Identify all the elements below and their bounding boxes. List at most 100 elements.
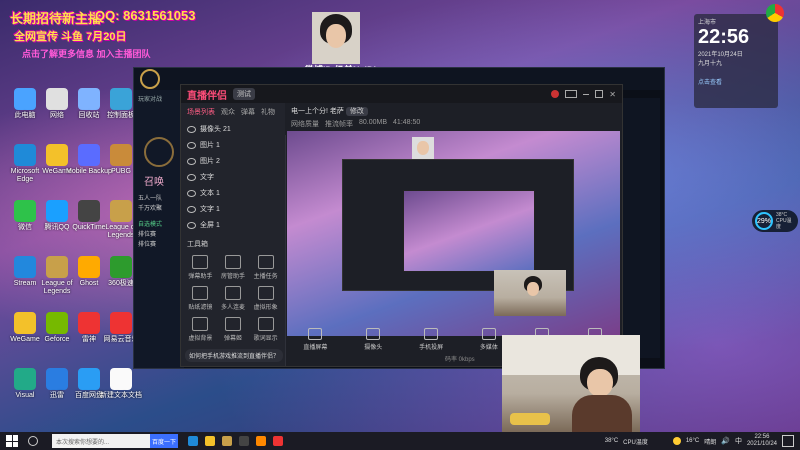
- stream-preview[interactable]: [287, 131, 620, 336]
- tool-button[interactable]: 虚拟背景: [185, 317, 216, 342]
- chrome-icon[interactable]: [766, 4, 784, 22]
- tool-button[interactable]: 弹幕姬: [218, 317, 249, 342]
- push-tip[interactable]: 如何把手机游戏推流到直播伴侣？: [185, 349, 284, 362]
- tray-weather: 晴朗: [704, 439, 717, 446]
- lol-nav-0[interactable]: 玩家对战: [134, 90, 184, 107]
- start-button[interactable]: [6, 435, 18, 447]
- ime-indicator[interactable]: 中: [735, 436, 742, 446]
- user-avatar[interactable]: [551, 90, 560, 98]
- scene-item[interactable]: 全屏 1: [181, 217, 285, 233]
- taskbar: 本次搜索你想要的... 百度一下 38°C CPU温度 16°C 晴朗 🔊 中 …: [0, 432, 800, 450]
- scene-label: 文字 1: [200, 206, 220, 213]
- eye-icon[interactable]: [187, 173, 196, 181]
- desktop-icon-label: Stream: [13, 280, 37, 287]
- bottom-tool-icon: [366, 327, 381, 340]
- scene-item[interactable]: 摄像头 21: [181, 121, 285, 137]
- desktop-icon-label: 控制面板: [107, 112, 135, 119]
- tab-scenes[interactable]: 场景列表: [187, 107, 215, 117]
- close-icon[interactable]: ✕: [609, 90, 616, 99]
- app-icon: [110, 144, 132, 166]
- scene-item[interactable]: 图片 2: [181, 153, 285, 169]
- bottom-tool-button[interactable]: 直播屏幕: [303, 327, 327, 351]
- eye-icon[interactable]: [187, 221, 196, 229]
- scene-item[interactable]: 文字: [181, 169, 285, 185]
- desktop-icon-label: 新建文本文档: [100, 392, 142, 399]
- lol-panel-line-4[interactable]: 排位赛: [138, 240, 180, 250]
- tool-button[interactable]: 歌词显示: [250, 317, 281, 342]
- eye-icon[interactable]: [187, 189, 196, 197]
- preview-webcam-small: [412, 137, 434, 159]
- bottom-tool-button[interactable]: 手机投屏: [419, 327, 444, 351]
- taskbar-clock[interactable]: 22:56 2021/10/24: [747, 434, 777, 448]
- tab-gifts[interactable]: 礼物: [261, 107, 275, 117]
- bottom-tool-label: 摄像头: [364, 344, 383, 351]
- middle-webcam-feed: [494, 270, 566, 316]
- widget-hint[interactable]: 点击查看: [698, 77, 774, 86]
- app-icon: [110, 200, 132, 222]
- desktop-icon-label: Visual: [15, 392, 35, 399]
- top-webcam-feed: [312, 12, 360, 64]
- volume-icon[interactable]: 🔊: [721, 437, 730, 445]
- tool-button[interactable]: 虚拟形象: [250, 286, 281, 311]
- stream-app-titlebar[interactable]: 直播伴侣 测试 ✕: [181, 85, 622, 103]
- tab-audience[interactable]: 观众: [221, 107, 235, 117]
- taskbar-app-icon[interactable]: [205, 436, 215, 446]
- bottom-tool-label: 手机投屏: [419, 344, 444, 351]
- lol-logo-icon: [140, 69, 160, 89]
- scene-label: 文本 1: [200, 190, 220, 197]
- minimize-icon[interactable]: [583, 93, 590, 95]
- bottom-tool-button[interactable]: 摄像头: [364, 327, 383, 351]
- taskbar-search-button[interactable]: 百度一下: [150, 434, 178, 448]
- app-icon: [78, 312, 100, 334]
- overlay-line-4: 点击了解更多信息 加入主播团队: [22, 49, 151, 59]
- taskbar-app-icon[interactable]: [256, 436, 266, 446]
- scene-tabs: 场景列表 观众 弹幕 礼物: [181, 103, 285, 121]
- clock-widget[interactable]: 上海市 22:56 2021年10月24日 九月十九 点击查看: [694, 14, 778, 108]
- tool-button[interactable]: 主播任务: [250, 255, 281, 280]
- tool-button[interactable]: 弹幕助手: [185, 255, 216, 280]
- taskbar-search-input[interactable]: 本次搜索你想要的...: [52, 434, 150, 448]
- taskbar-time: 22:56: [754, 434, 770, 440]
- eye-icon[interactable]: [187, 157, 196, 165]
- room-title: 电一上个分! 老萨: [291, 108, 344, 115]
- scene-item[interactable]: 文字 1: [181, 201, 285, 217]
- app-icon: [78, 200, 100, 222]
- taskbar-app-icon[interactable]: [239, 436, 249, 446]
- scene-item[interactable]: 文本 1: [181, 185, 285, 201]
- app-icon: [14, 144, 36, 166]
- eye-icon[interactable]: [187, 141, 196, 149]
- notification-icon[interactable]: [782, 435, 794, 447]
- tool-icon: [192, 286, 209, 300]
- bottom-tool-button[interactable]: 多媒体: [480, 327, 498, 351]
- eye-icon[interactable]: [187, 205, 196, 213]
- cam3-keyboard: [510, 413, 550, 425]
- tab-danmaku[interactable]: 弹幕: [241, 107, 255, 117]
- stream-app-window[interactable]: 直播伴侣 测试 ✕ 场景列表 观众 弹幕 礼物 摄像头 21 图片 1 图片 2 文字…: [180, 84, 623, 367]
- taskbar-app-icon[interactable]: [273, 436, 283, 446]
- lol-panel-line-2[interactable]: 自选模式: [138, 220, 180, 230]
- tool-button[interactable]: 贴纸滤镜: [185, 286, 216, 311]
- taskbar-app-icon[interactable]: [222, 436, 232, 446]
- desktop-icon-label: 360极速: [108, 280, 134, 287]
- widget-date: 2021年10月24日: [698, 52, 743, 58]
- desktop-icon-label: 雷神: [82, 336, 96, 343]
- desktop-icon[interactable]: 新建文本文档: [98, 368, 144, 400]
- room-meta-1: 推流帧率: [325, 121, 353, 128]
- eye-icon[interactable]: [187, 125, 196, 133]
- maximize-icon[interactable]: [595, 90, 604, 98]
- tool-button[interactable]: 房管助手: [218, 255, 249, 280]
- scene-item[interactable]: 图片 1: [181, 137, 285, 153]
- taskbar-app-icon[interactable]: [188, 436, 198, 446]
- menu-icon[interactable]: [565, 90, 578, 98]
- app-icon: [110, 312, 132, 334]
- room-edit-button[interactable]: 修改: [345, 107, 368, 116]
- tool-button[interactable]: 多人连麦: [218, 286, 249, 311]
- cortana-icon[interactable]: [28, 436, 38, 446]
- overlay-line-3: 全网宣传 斗鱼 7月20日: [14, 31, 127, 43]
- summoner-heading: 召唤: [144, 177, 164, 188]
- app-icon: [46, 200, 68, 222]
- scene-label: 图片 2: [200, 158, 220, 165]
- preview-face: [417, 141, 429, 155]
- bottom-tool-icon: [308, 327, 323, 340]
- lol-panel-line-3[interactable]: 排位赛: [138, 230, 180, 240]
